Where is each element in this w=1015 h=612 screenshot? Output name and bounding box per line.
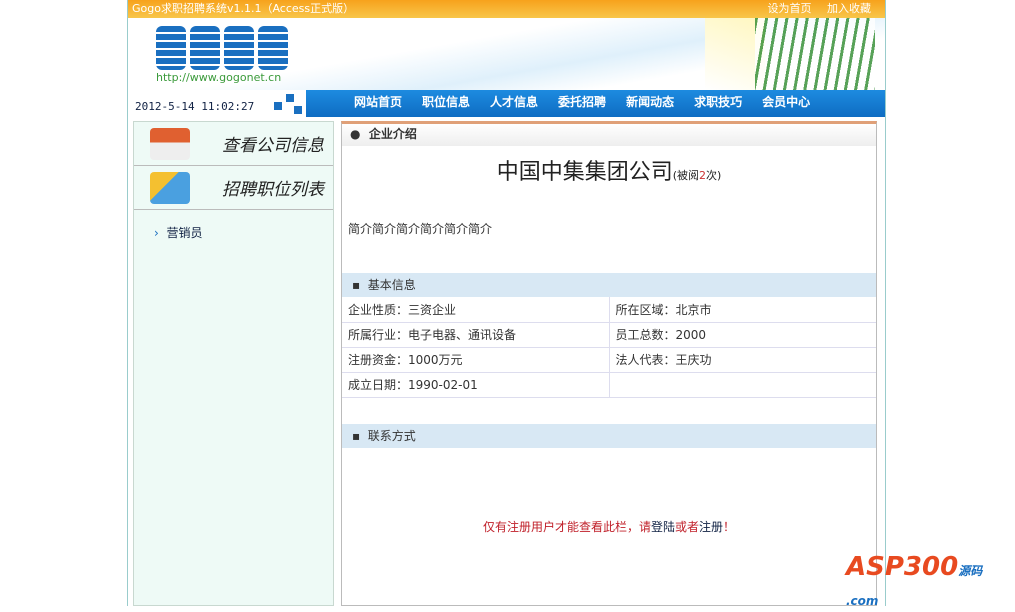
nav-entrust[interactable]: 委托招聘 xyxy=(558,90,606,117)
willow-decoration xyxy=(755,18,875,90)
basic-info-header: ▪ 基本信息 xyxy=(342,273,876,297)
header: http://www.gogonet.cn xyxy=(128,18,885,90)
nav-news[interactable]: 新闻动态 xyxy=(626,90,674,117)
table-row: 所属行业：电子电器、通讯设备 员工总数：2000 xyxy=(342,322,876,348)
house-icon xyxy=(150,127,190,160)
set-home-link[interactable]: 设为首页 xyxy=(768,2,812,15)
add-favorite-link[interactable]: 加入收藏 xyxy=(827,2,871,15)
decor-blocks xyxy=(274,94,306,116)
table-row: 注册资金：1000万元 法人代表：王庆功 xyxy=(342,347,876,373)
top-bar: Gogo求职招聘系统v1.1.1（Access正式版） 设为首页 加入收藏 xyxy=(128,0,885,18)
company-info-button[interactable]: 查看公司信息 xyxy=(134,122,333,166)
pencil-icon xyxy=(150,171,190,204)
job-list-button[interactable]: 招聘职位列表 xyxy=(134,166,333,210)
login-link[interactable]: 登陆 xyxy=(651,520,675,534)
sidebar: 查看公司信息 招聘职位列表 › 营销员 xyxy=(133,121,334,606)
bullet-icon: ● xyxy=(350,127,369,141)
logo[interactable] xyxy=(156,26,288,70)
register-link[interactable]: 注册 xyxy=(699,520,723,534)
company-name: 中国中集集团公司(被阅2次) xyxy=(496,160,722,185)
arrow-icon: › xyxy=(154,226,167,240)
nav-member[interactable]: 会员中心 xyxy=(762,90,810,117)
nav-home[interactable]: 网站首页 xyxy=(354,90,402,117)
site-url: http://www.gogonet.cn xyxy=(156,71,282,84)
main-nav: 网站首页 职位信息 人才信息 委托招聘 新闻动态 求职技巧 会员中心 xyxy=(306,90,885,117)
section-header: ● 企业介绍 xyxy=(342,124,876,146)
company-intro: 简介简介简介简介简介简介 xyxy=(348,222,493,236)
contact-header: ▪ 联系方式 xyxy=(342,423,876,448)
login-notice: 仅有注册用户才能查看此栏，请登陆或者注册！ xyxy=(482,519,736,534)
watermark-logo: ASP300源码 .com xyxy=(846,552,983,608)
nav-tips[interactable]: 求职技巧 xyxy=(694,90,742,117)
table-row: 成立日期：1990-02-01 xyxy=(342,372,876,398)
view-count: 2 xyxy=(699,169,706,182)
page: Gogo求职招聘系统v1.1.1（Access正式版） 设为首页 加入收藏 ht… xyxy=(127,0,886,606)
site-title: Gogo求职招聘系统v1.1.1（Access正式版） xyxy=(132,2,355,15)
table-row: 企业性质：三资企业 所在区域：北京市 xyxy=(342,297,876,323)
basic-info-table: 企业性质：三资企业 所在区域：北京市 所属行业：电子电器、通讯设备 员工总数：200… xyxy=(342,297,876,398)
datetime: 2012-5-14 11:02:27 xyxy=(135,100,255,113)
main-panel: ● 企业介绍 中国中集集团公司(被阅2次) 简介简介简介简介简介简介 ▪ 基本信… xyxy=(341,121,877,606)
nav-talent[interactable]: 人才信息 xyxy=(490,90,538,117)
nav-jobs[interactable]: 职位信息 xyxy=(422,90,470,117)
job-link[interactable]: › 营销员 xyxy=(134,210,333,241)
